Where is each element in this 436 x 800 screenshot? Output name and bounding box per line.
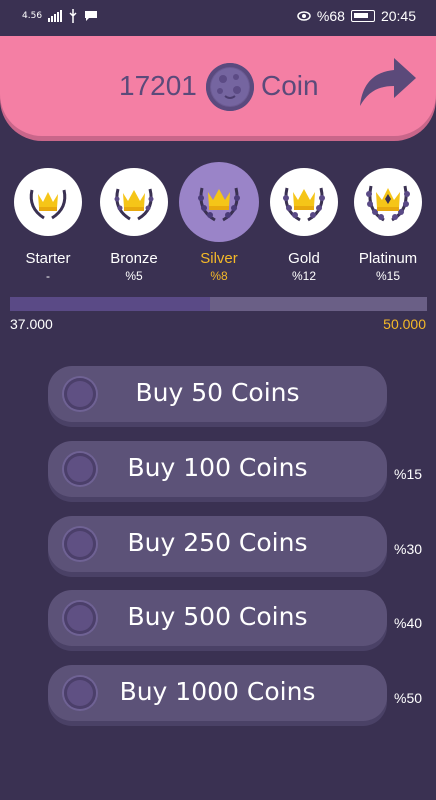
- tier-name: Starter: [25, 250, 71, 267]
- signal-icon: [48, 10, 63, 22]
- crown-laurel-icon: [283, 187, 325, 222]
- tier-bronze[interactable]: Bronze %5: [94, 162, 174, 283]
- crown-laurel-gem-icon: [366, 185, 410, 222]
- crown-icon: [29, 189, 67, 220]
- progress-min-label: 37.000: [10, 316, 53, 332]
- tier-percent: %5: [125, 269, 143, 283]
- buy-1000-coins-button[interactable]: Buy 1000 Coins: [48, 665, 387, 721]
- battery-percent: %68: [316, 8, 345, 24]
- tier-badge: [354, 168, 422, 236]
- tier-silver[interactable]: Silver %8: [179, 162, 259, 283]
- status-left: 4.56: [22, 9, 98, 23]
- crown-laurel-icon: [198, 187, 240, 222]
- tier-starter[interactable]: Starter -: [8, 162, 88, 283]
- status-right: %68 20:45: [297, 8, 416, 24]
- bonus-percent: %40: [394, 615, 423, 631]
- network-speed: 4.56: [22, 11, 43, 21]
- coin-label: Coin: [261, 70, 319, 101]
- buy-100-coins-button[interactable]: Buy 100 Coins: [48, 441, 387, 497]
- tier-name: Silver: [200, 250, 238, 267]
- buy-button-label: Buy 250 Coins: [127, 528, 308, 557]
- crown-laurel-icon: [114, 188, 154, 221]
- buy-button-label: Buy 50 Coins: [135, 378, 300, 407]
- eye-icon: [297, 11, 311, 21]
- tier-name: Bronze: [110, 250, 158, 267]
- share-icon[interactable]: [358, 56, 418, 108]
- tier-badge: [14, 168, 82, 236]
- buy-500-coins-button[interactable]: Buy 500 Coins: [48, 590, 387, 646]
- buy-50-coins-button[interactable]: Buy 50 Coins: [48, 366, 387, 422]
- usb-icon: [69, 9, 77, 23]
- buy-button-label: Buy 500 Coins: [127, 602, 308, 631]
- tier-badge: [100, 168, 168, 236]
- status-bar: 4.56 %68 20:45: [0, 0, 436, 36]
- bonus-percent: %50: [394, 690, 423, 706]
- tier-name: Platinum: [358, 250, 418, 267]
- coin-count: 17201: [119, 70, 197, 101]
- battery-icon: [350, 10, 375, 22]
- message-icon: [85, 11, 98, 21]
- tier-badge: [179, 162, 259, 242]
- buy-250-coins-button[interactable]: Buy 250 Coins: [48, 516, 387, 572]
- tier-platinum[interactable]: Platinum %15: [348, 162, 428, 283]
- tier-progress-bar: [10, 297, 427, 311]
- tier-percent: %8: [210, 269, 228, 283]
- tier-progress-fill: [10, 297, 211, 311]
- bonus-percent: %15: [394, 466, 423, 482]
- tier-name: Gold: [288, 250, 320, 267]
- tier-percent: %12: [291, 269, 317, 283]
- tier-percent: %15: [375, 269, 401, 283]
- clock: 20:45: [380, 8, 416, 24]
- progress-max-label: 50.000: [383, 316, 426, 332]
- bonus-percent: %30: [394, 541, 423, 557]
- tier-gold[interactable]: Gold %12: [264, 162, 344, 283]
- buy-button-label: Buy 100 Coins: [127, 453, 308, 482]
- coin-icon: [206, 63, 254, 111]
- buy-button-label: Buy 1000 Coins: [119, 677, 316, 706]
- tier-badge: [270, 168, 338, 236]
- tier-percent: -: [46, 269, 50, 283]
